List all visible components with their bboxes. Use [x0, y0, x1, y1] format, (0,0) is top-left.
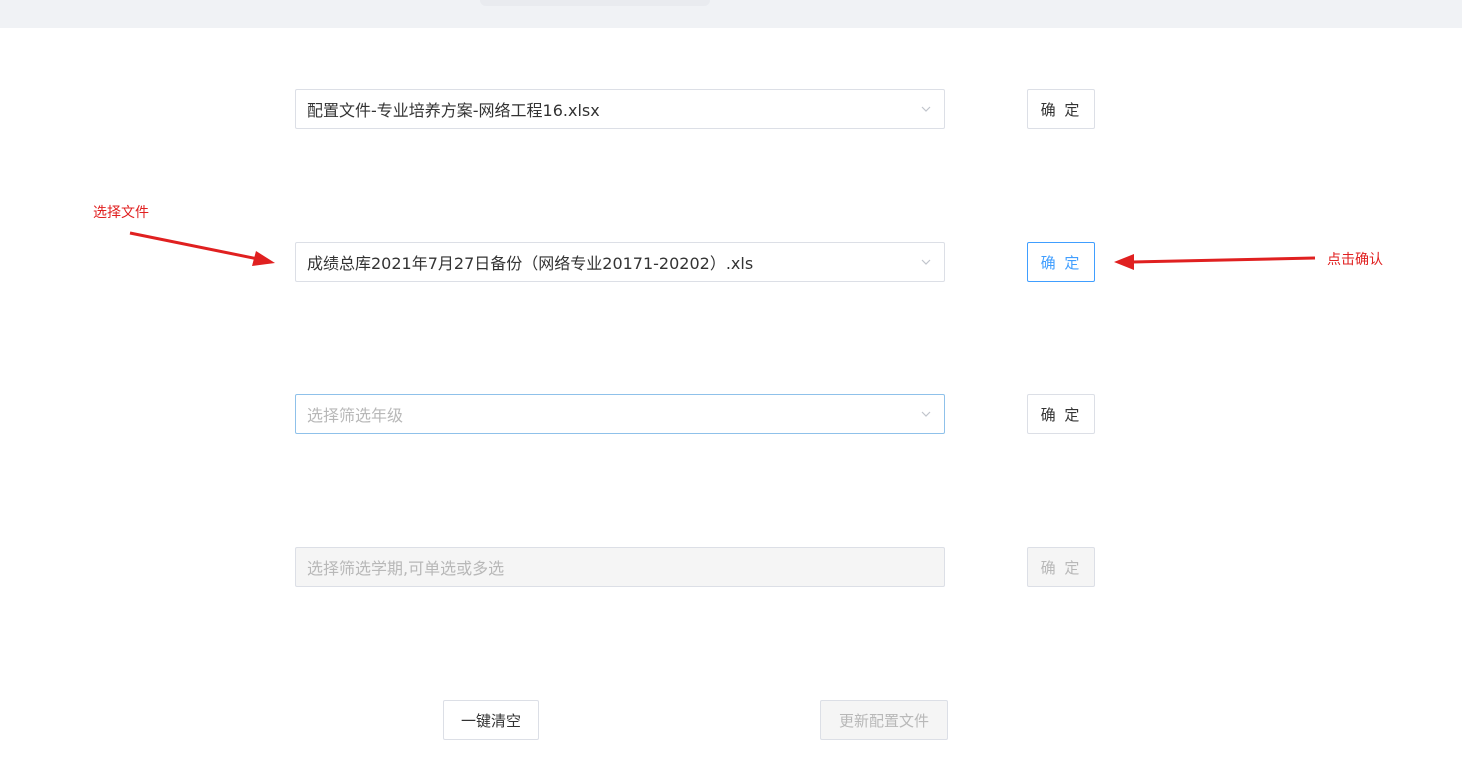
arrow-to-file-select: [129, 231, 275, 266]
arrow-to-confirm-button: [1114, 254, 1316, 270]
annotation-arrows: [129, 231, 1316, 270]
